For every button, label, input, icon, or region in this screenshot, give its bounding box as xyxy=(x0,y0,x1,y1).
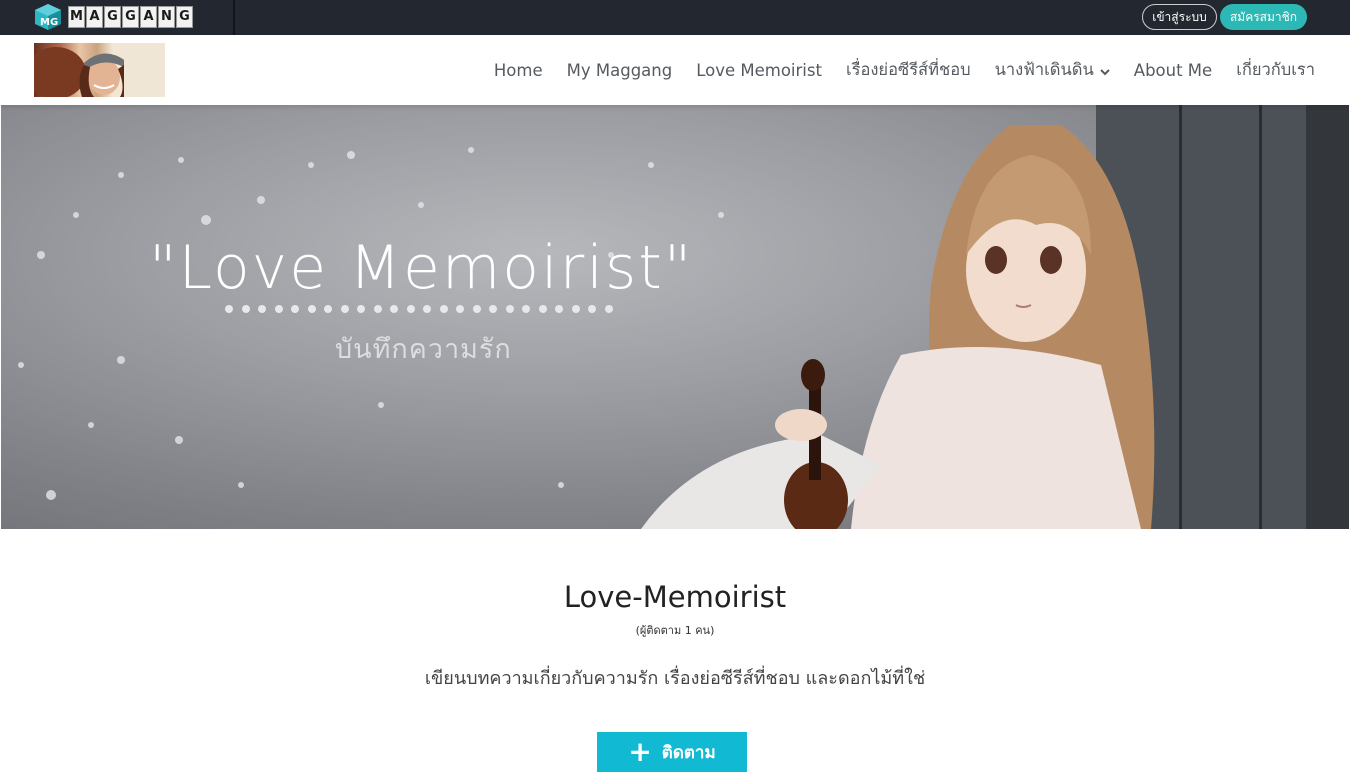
plus-icon: + xyxy=(628,735,652,768)
nav-item-about-me[interactable]: About Me xyxy=(1134,61,1212,80)
logo-letter: N xyxy=(158,6,175,28)
follow-button-label: ติดตาม xyxy=(661,742,716,763)
topbar-divider xyxy=(233,0,235,35)
hero-banner: "Love Memoirist" บันทึกความรัก xyxy=(1,105,1349,529)
blog-description: เขียนบทความเกี่ยวกับความรัก เรื่องย่อซีร… xyxy=(424,668,926,689)
logo-letter: G xyxy=(104,6,121,28)
chevron-down-icon xyxy=(1100,61,1110,80)
nav-item-label: About Me xyxy=(1133,60,1213,80)
nav-item-love-memoirist[interactable]: Love Memoirist xyxy=(696,61,822,80)
follow-button[interactable]: + ติดตาม xyxy=(597,732,747,772)
nav-item-label: เรื่องย่อซีรีส์ที่ชอบ xyxy=(845,60,971,79)
hero-subtitle: บันทึกความรัก xyxy=(335,334,512,365)
nav-item-label: เกี่ยวกับเรา xyxy=(1236,60,1315,79)
blog-title: Love-Memoirist xyxy=(563,580,787,614)
main-navbar: Home My Maggang Love Memoirist เรื่องย่อ… xyxy=(0,35,1350,105)
logo-letter: M xyxy=(68,6,85,28)
nav-menu: Home My Maggang Love Memoirist เรื่องย่อ… xyxy=(494,35,1315,105)
logo-wordmark: M A G G A N G xyxy=(68,6,193,28)
nav-item-label: Home xyxy=(493,60,543,80)
nav-item-series-synopsis[interactable]: เรื่องย่อซีรีส์ที่ชอบ xyxy=(846,57,971,83)
signup-button[interactable]: สมัครสมาชิก xyxy=(1220,4,1307,30)
hero-illustration xyxy=(18,105,1349,529)
logo-letter: G xyxy=(122,6,139,28)
nav-item-home[interactable]: Home xyxy=(494,61,543,80)
top-bar: MG M A G G A N G เข้าสู่ระบบ สมัครสมาชิก xyxy=(0,0,1350,35)
nav-item-label: Love Memoirist xyxy=(696,60,822,80)
logo-letter: G xyxy=(176,6,193,28)
logo-mark-text: MG xyxy=(40,17,58,28)
nav-item-angel-dropdown[interactable]: นางฟ้าเดินดิน xyxy=(995,57,1110,83)
nav-item-label: นางฟ้าเดินดิน xyxy=(994,60,1094,79)
logo-letter: A xyxy=(86,6,103,28)
follower-count: (ผู้ติดตาม 1 คน) xyxy=(635,624,715,637)
nav-item-about-us[interactable]: เกี่ยวกับเรา xyxy=(1236,57,1315,83)
profile-avatar[interactable] xyxy=(34,43,165,97)
login-button[interactable]: เข้าสู่ระบบ xyxy=(1142,4,1217,30)
hero-dot-divider xyxy=(225,305,613,313)
hero-title: "Love Memoirist" xyxy=(149,233,694,303)
logo-cube-icon: MG xyxy=(34,3,62,31)
nav-item-label: My Maggang xyxy=(566,60,673,80)
maggang-logo[interactable]: MG M A G G A N G xyxy=(34,3,193,31)
logo-letter: A xyxy=(140,6,157,28)
nav-item-my-maggang[interactable]: My Maggang xyxy=(567,61,673,80)
